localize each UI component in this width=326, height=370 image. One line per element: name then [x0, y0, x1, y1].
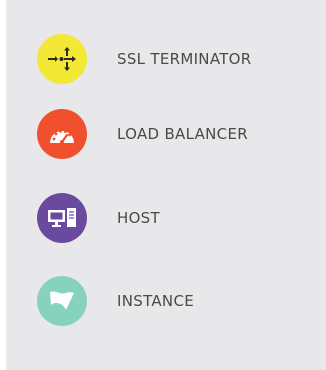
legend-panel: SSL TERMINATOR LOAD BALANCER HOST INSTAN…: [6, 0, 326, 370]
legend-item-instance: INSTANCE: [37, 276, 194, 326]
split-arrows-icon: [48, 47, 76, 71]
legend-label-load-balancer: LOAD BALANCER: [117, 125, 248, 143]
computer-server-icon: [48, 208, 76, 227]
legend-item-ssl-terminator: SSL TERMINATOR: [37, 34, 252, 84]
instance-badge: [37, 276, 87, 326]
legend-label-instance: INSTANCE: [117, 292, 194, 310]
legend-item-load-balancer: LOAD BALANCER: [37, 109, 248, 159]
legend-label-ssl-terminator: SSL TERMINATOR: [117, 50, 252, 68]
load-balancer-badge: [37, 109, 87, 159]
legend-label-host: HOST: [117, 209, 160, 227]
legend-item-host: HOST: [37, 193, 160, 243]
host-badge: [37, 193, 87, 243]
flag-icon: [50, 291, 74, 310]
speedometer-icon: [50, 129, 74, 144]
ssl-terminator-badge: [37, 34, 87, 84]
